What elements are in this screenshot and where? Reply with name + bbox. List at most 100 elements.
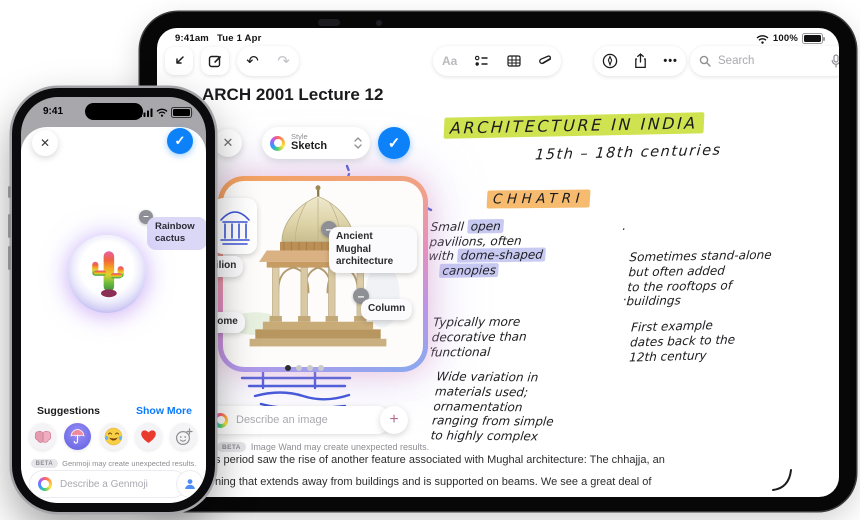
ipad-status-bar: 9:41am Tue 1 Apr xyxy=(175,33,262,44)
search-icon xyxy=(699,55,711,67)
suggestion-laughing-emoji[interactable] xyxy=(99,423,127,450)
text-format-button[interactable]: Aa xyxy=(442,54,457,68)
heart-icon xyxy=(140,430,156,443)
beta-badge: BETA xyxy=(30,459,59,468)
ipad-time: 9:41am xyxy=(175,33,209,44)
laughing-face-icon xyxy=(104,427,122,446)
rainbow-cactus-emoji xyxy=(92,251,124,298)
redo-button[interactable]: ↷ xyxy=(277,52,290,70)
compose-icon xyxy=(208,55,222,68)
handwriting-stroke xyxy=(772,469,792,491)
close-icon: ✕ xyxy=(222,135,234,150)
markup-pen-icon xyxy=(602,53,618,69)
genmoji-disclaimer-row: BETA Genmoji may create unexpected resul… xyxy=(21,459,206,468)
umbrella-icon xyxy=(70,429,85,444)
tag-ancient-mughal[interactable]: Ancient Mughal architecture xyxy=(329,227,417,273)
markup-button[interactable] xyxy=(602,53,618,69)
style-picker[interactable]: Style Sketch xyxy=(262,127,370,159)
sketch-dome-icon xyxy=(220,211,250,245)
ipad-date: Tue 1 Apr xyxy=(216,33,262,44)
volume-down-button xyxy=(8,246,11,270)
format-tools-group: Aa xyxy=(433,46,561,76)
brain-icon xyxy=(34,430,51,443)
marketing-canvas: 9:41am Tue 1 Apr 100% ↶ ↷ Aa ••• Search … xyxy=(0,0,860,520)
image-wand-disclaimer: Image Wand may create unexpected results… xyxy=(250,442,430,452)
bullet-mark: · xyxy=(621,222,626,237)
volume-up-button xyxy=(8,214,11,238)
mic-icon xyxy=(831,54,839,68)
plus-icon: + xyxy=(389,411,399,428)
wifi-icon xyxy=(156,108,168,117)
add-emoji-button[interactable] xyxy=(170,423,197,450)
note-actions-group: ••• xyxy=(594,46,686,76)
ipad-device: 9:41am Tue 1 Apr 100% ↶ ↷ Aa ••• Search … xyxy=(140,12,856,511)
check-icon: ✓ xyxy=(174,133,186,148)
compose-button[interactable] xyxy=(201,47,229,75)
undo-button[interactable]: ↶ xyxy=(246,52,259,70)
dynamic-island xyxy=(85,103,143,120)
share-button[interactable] xyxy=(634,53,647,69)
genmoji-accept-button[interactable]: ✓ xyxy=(167,128,193,154)
image-wand-close-button[interactable]: ✕ xyxy=(214,129,242,157)
note-paragraph-line-2: ning that extends away from buildings an… xyxy=(215,476,652,488)
iphone-device: 9:41 ✕ ✓ – Rainbow cactus Suggestions Sh… xyxy=(8,88,215,512)
genmoji-swirl-icon xyxy=(38,477,52,491)
undo-redo-group: ↶ ↷ xyxy=(237,46,299,76)
image-page-dots[interactable] xyxy=(285,365,324,371)
checklist-button[interactable] xyxy=(475,55,489,67)
ipad-status-right: 100% xyxy=(756,33,825,44)
suggestion-umbrella-emoji[interactable] xyxy=(64,423,92,450)
attach-button[interactable] xyxy=(539,54,552,68)
table-icon xyxy=(507,55,521,67)
image-wand-accept-button[interactable]: ✓ xyxy=(378,127,410,159)
wifi-icon xyxy=(756,34,769,44)
checklist-icon xyxy=(475,55,488,66)
battery-icon xyxy=(171,107,194,118)
ipad-screen: 9:41am Tue 1 Apr 100% ↶ ↷ Aa ••• Search … xyxy=(157,28,839,497)
chevron-up-down-icon xyxy=(354,137,362,149)
search-input[interactable] xyxy=(716,54,826,68)
battery-percent: 100% xyxy=(772,33,798,44)
add-image-button[interactable]: + xyxy=(380,406,408,434)
handwritten-section: CHHATRI xyxy=(486,189,591,209)
iphone-time: 9:41 xyxy=(43,106,64,117)
suggestion-row xyxy=(29,423,197,450)
genmoji-prompt-tag[interactable]: Rainbow cactus xyxy=(147,217,206,250)
note-title: ARCH 2001 Lecture 12 xyxy=(202,85,384,104)
handwritten-subheading: 15th – 18th centuries xyxy=(534,142,723,164)
tag-column[interactable]: Column xyxy=(361,299,413,320)
image-wand-disclaimer-row: BETA Image Wand may create unexpected re… xyxy=(217,442,429,452)
genmoji-person-button[interactable] xyxy=(177,471,203,497)
describe-image-input[interactable] xyxy=(234,413,383,427)
ipad-camera xyxy=(318,19,340,26)
collapse-toolbar-button[interactable] xyxy=(165,47,193,75)
bullet-first-example: · First example dates back to the 12th c… xyxy=(622,292,736,365)
handwritten-heading: ARCHITECTURE IN INDIA xyxy=(443,112,705,139)
describe-genmoji-field[interactable] xyxy=(30,471,186,497)
smiley-plus-icon xyxy=(175,427,193,445)
genmoji-sheet: ✕ ✓ – Rainbow cactus Suggestions Show Mo… xyxy=(21,127,206,503)
mute-switch xyxy=(8,186,11,198)
iphone-status-icons xyxy=(140,107,194,118)
suggestion-brain-emoji[interactable] xyxy=(29,423,56,450)
iphone-screen: 9:41 ✕ ✓ – Rainbow cactus Suggestions Sh… xyxy=(21,97,206,503)
collapse-icon xyxy=(176,56,184,64)
suggestion-heart-emoji[interactable] xyxy=(134,423,162,450)
show-more-link[interactable]: Show More xyxy=(136,405,192,417)
person-icon xyxy=(185,479,195,489)
more-button[interactable]: ••• xyxy=(663,55,678,67)
genmoji-disclaimer: Genmoji may create unexpected results. xyxy=(62,459,197,468)
original-sketch-thumbnail[interactable] xyxy=(213,198,257,254)
style-value: Sketch xyxy=(291,140,328,153)
check-icon: ✓ xyxy=(387,135,401,152)
describe-image-field[interactable] xyxy=(205,406,391,434)
style-swirl-icon xyxy=(270,135,285,151)
genmoji-close-button[interactable]: ✕ xyxy=(32,130,58,156)
ipad-camera-dot xyxy=(376,20,382,26)
describe-genmoji-input[interactable] xyxy=(58,477,178,491)
cellular-icon xyxy=(140,108,153,117)
beta-badge: BETA xyxy=(217,442,246,452)
share-icon xyxy=(635,53,647,69)
table-button[interactable] xyxy=(507,55,521,67)
search-field[interactable] xyxy=(690,46,839,76)
